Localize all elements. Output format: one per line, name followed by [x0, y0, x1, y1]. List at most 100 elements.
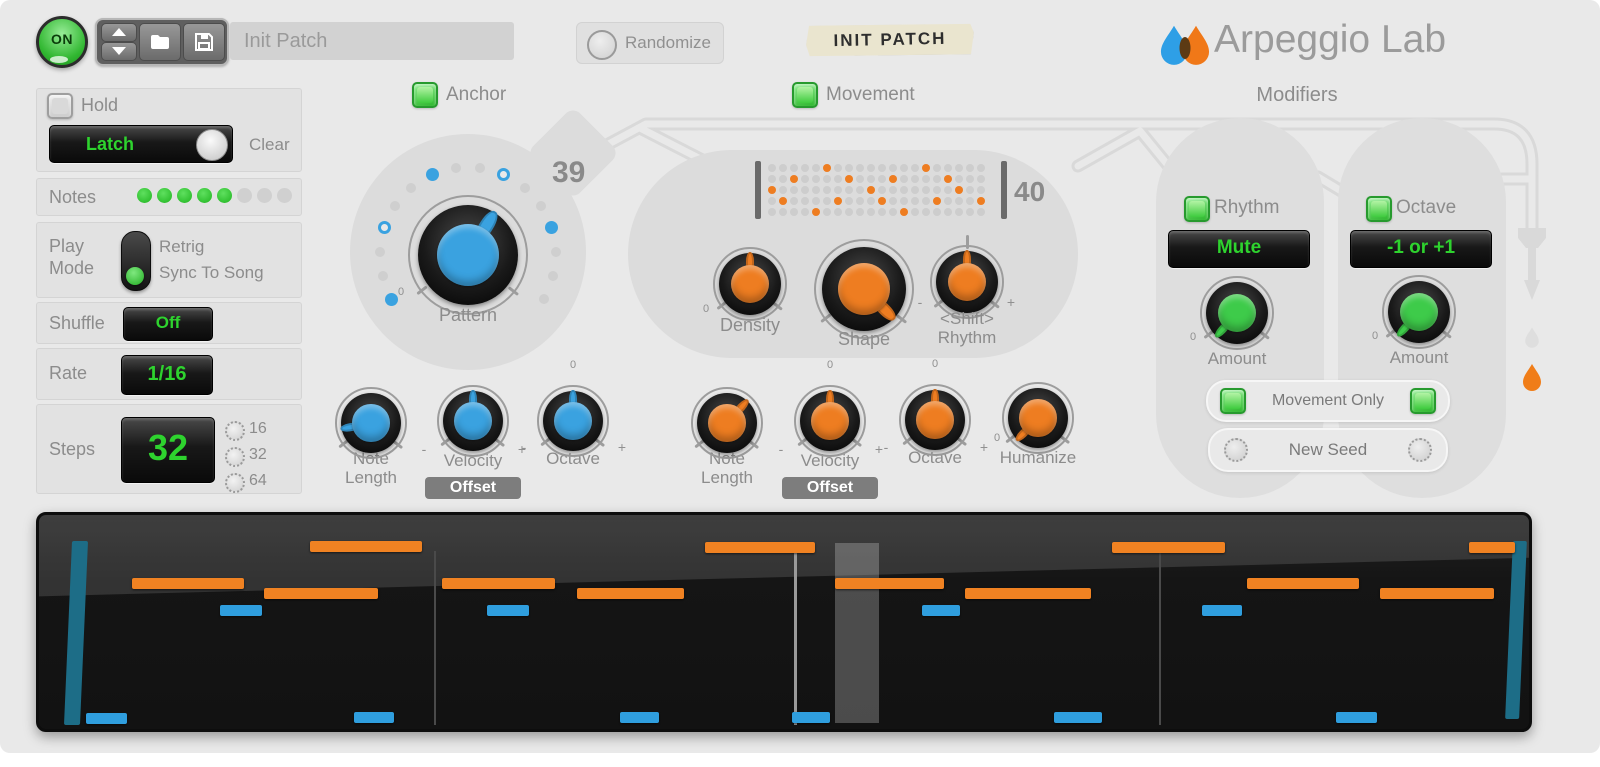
play-mode-option-sync[interactable]: Sync To Song	[159, 263, 264, 283]
matrix-dot[interactable]	[801, 175, 809, 183]
matrix-dot[interactable]	[867, 164, 875, 172]
matrix-dot[interactable]	[790, 164, 798, 172]
octave-amount-knob[interactable]	[1382, 275, 1456, 349]
anchor-note-length-knob[interactable]	[335, 387, 407, 459]
matrix-dot[interactable]	[856, 197, 864, 205]
matrix-dot[interactable]	[768, 164, 776, 172]
steps-radio-16[interactable]	[225, 421, 245, 441]
matrix-dot[interactable]	[944, 175, 952, 183]
rate-display[interactable]: 1/16	[121, 355, 213, 395]
matrix-dot[interactable]	[779, 175, 787, 183]
matrix-dot[interactable]	[790, 175, 798, 183]
matrix-dot[interactable]	[911, 197, 919, 205]
latch-slider[interactable]: Latch	[49, 125, 233, 163]
matrix-dot[interactable]	[801, 208, 809, 216]
matrix-dot[interactable]	[878, 186, 886, 194]
matrix-dot[interactable]	[966, 208, 974, 216]
matrix-dot[interactable]	[823, 197, 831, 205]
matrix-dot[interactable]	[845, 208, 853, 216]
matrix-dot[interactable]	[790, 186, 798, 194]
matrix-dot[interactable]	[889, 208, 897, 216]
matrix-dot[interactable]	[966, 197, 974, 205]
movement-only-right-checkbox[interactable]	[1410, 388, 1436, 414]
matrix-dot[interactable]	[933, 164, 941, 172]
pattern-knob[interactable]	[408, 195, 528, 315]
new-seed-right-button[interactable]	[1408, 438, 1432, 462]
rhythm-enable-checkbox[interactable]	[1184, 196, 1210, 222]
matrix-dot[interactable]	[823, 164, 831, 172]
matrix-dot[interactable]	[944, 197, 952, 205]
matrix-dot[interactable]	[933, 197, 941, 205]
density-knob[interactable]	[713, 247, 787, 321]
matrix-dot[interactable]	[933, 208, 941, 216]
matrix-dot[interactable]	[977, 175, 985, 183]
movement-note-length-knob[interactable]	[691, 387, 763, 459]
anchor-velocity-offset-badge[interactable]: Offset	[425, 477, 521, 499]
matrix-dot[interactable]	[834, 186, 842, 194]
matrix-dot[interactable]	[867, 208, 875, 216]
clear-label[interactable]: Clear	[249, 135, 290, 155]
movement-octave-knob[interactable]	[899, 384, 971, 456]
matrix-dot[interactable]	[911, 164, 919, 172]
matrix-dot[interactable]	[801, 186, 809, 194]
matrix-dot[interactable]	[845, 186, 853, 194]
matrix-dot[interactable]	[845, 175, 853, 183]
play-mode-option-retrig[interactable]: Retrig	[159, 237, 204, 257]
matrix-dot[interactable]	[812, 175, 820, 183]
steps-radio-64[interactable]	[225, 473, 245, 493]
matrix-dot[interactable]	[889, 186, 897, 194]
matrix-dot[interactable]	[900, 186, 908, 194]
matrix-dot[interactable]	[845, 197, 853, 205]
shift-rhythm-knob[interactable]	[930, 245, 1004, 319]
matrix-dot[interactable]	[933, 175, 941, 183]
randomize-button[interactable]: Randomize	[576, 22, 724, 64]
matrix-dot[interactable]	[977, 208, 985, 216]
humanize-knob[interactable]	[1002, 382, 1074, 454]
matrix-dot[interactable]	[768, 175, 776, 183]
matrix-dot[interactable]	[812, 164, 820, 172]
anchor-octave-knob[interactable]	[537, 385, 609, 457]
matrix-dot[interactable]	[977, 164, 985, 172]
octave-enable-checkbox[interactable]	[1366, 196, 1392, 222]
matrix-dot[interactable]	[867, 175, 875, 183]
matrix-dot[interactable]	[966, 164, 974, 172]
matrix-dot[interactable]	[911, 208, 919, 216]
preset-load-button[interactable]	[139, 23, 181, 61]
matrix-dot[interactable]	[911, 175, 919, 183]
rhythm-amount-knob[interactable]	[1200, 276, 1274, 350]
matrix-dot[interactable]	[823, 208, 831, 216]
matrix-dot[interactable]	[779, 164, 787, 172]
matrix-dot[interactable]	[812, 197, 820, 205]
matrix-dot[interactable]	[955, 197, 963, 205]
matrix-dot[interactable]	[922, 208, 930, 216]
matrix-dot[interactable]	[966, 175, 974, 183]
hold-checkbox[interactable]	[47, 93, 73, 119]
matrix-dot[interactable]	[856, 175, 864, 183]
movement-only-left-checkbox[interactable]	[1220, 388, 1246, 414]
matrix-dot[interactable]	[955, 208, 963, 216]
matrix-dot[interactable]	[878, 175, 886, 183]
shape-knob[interactable]	[814, 239, 914, 339]
matrix-dot[interactable]	[867, 186, 875, 194]
play-mode-toggle[interactable]	[121, 231, 151, 291]
matrix-dot[interactable]	[977, 186, 985, 194]
matrix-dot[interactable]	[845, 164, 853, 172]
matrix-dot[interactable]	[878, 197, 886, 205]
matrix-dot[interactable]	[944, 208, 952, 216]
matrix-dot[interactable]	[900, 208, 908, 216]
matrix-dot[interactable]	[856, 208, 864, 216]
matrix-dot[interactable]	[911, 186, 919, 194]
rhythm-mode-display[interactable]: Mute	[1168, 230, 1310, 268]
movement-velocity-offset-badge[interactable]: Offset	[782, 477, 878, 499]
matrix-dot[interactable]	[812, 208, 820, 216]
matrix-dot[interactable]	[944, 186, 952, 194]
movement-pattern-matrix[interactable]	[768, 164, 985, 216]
matrix-dot[interactable]	[955, 186, 963, 194]
power-on-button[interactable]: ON	[36, 16, 88, 68]
matrix-dot[interactable]	[944, 164, 952, 172]
matrix-dot[interactable]	[955, 175, 963, 183]
matrix-dot[interactable]	[922, 175, 930, 183]
matrix-dot[interactable]	[966, 186, 974, 194]
preset-save-button[interactable]	[183, 23, 225, 61]
steps-display[interactable]: 32	[121, 417, 215, 483]
